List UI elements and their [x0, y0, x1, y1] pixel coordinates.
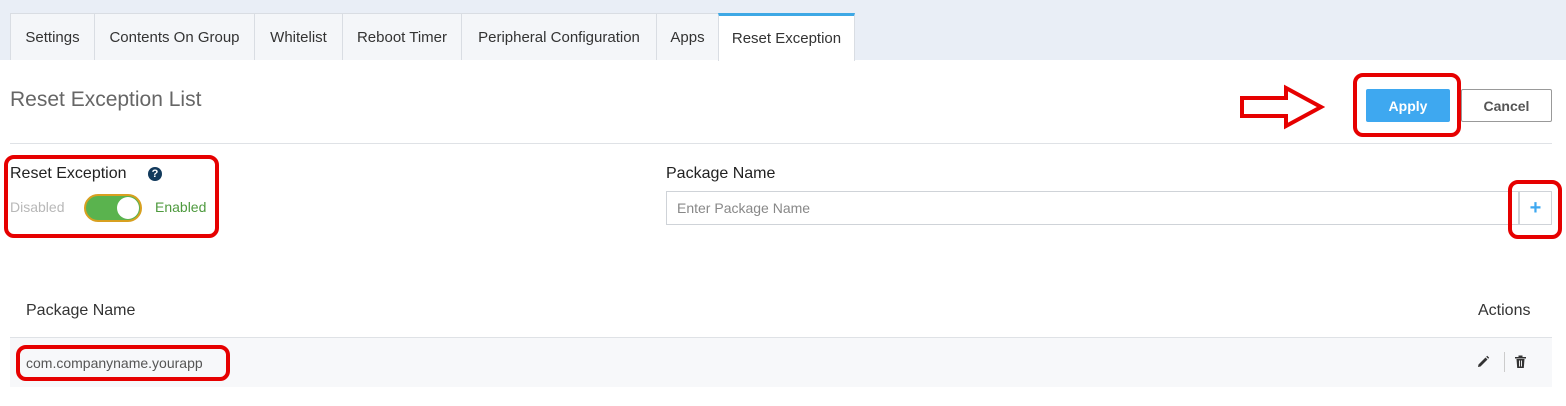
edit-icon[interactable]: [1475, 354, 1491, 370]
tab-settings[interactable]: Settings: [10, 13, 95, 60]
tab-contents-on-group[interactable]: Contents On Group: [94, 13, 255, 60]
table-row: com.companyname.yourapp: [10, 338, 1552, 387]
trash-icon[interactable]: [1512, 354, 1528, 370]
column-header-actions: Actions: [1478, 302, 1531, 319]
action-separator: [1504, 352, 1505, 372]
page-title: Reset Exception List: [10, 88, 202, 111]
arrow-right-icon: [1240, 84, 1325, 130]
tab-bar: Settings Contents On Group Whitelist Reb…: [0, 0, 1566, 61]
annotation-highlight-toggle: [4, 155, 219, 238]
tab-whitelist[interactable]: Whitelist: [254, 13, 343, 60]
cancel-button[interactable]: Cancel: [1461, 89, 1552, 122]
divider: [10, 143, 1552, 144]
tab-reset-exception[interactable]: Reset Exception: [718, 13, 855, 61]
annotation-highlight-add: [1508, 180, 1562, 239]
annotation-highlight-package: [16, 345, 230, 381]
column-header-package-name: Package Name: [26, 302, 136, 319]
annotation-highlight-apply: [1353, 73, 1461, 137]
tab-peripheral-configuration[interactable]: Peripheral Configuration: [461, 13, 657, 60]
package-name-label: Package Name: [666, 165, 776, 182]
tab-reboot-timer[interactable]: Reboot Timer: [342, 13, 462, 60]
package-name-input[interactable]: [666, 191, 1519, 225]
tab-apps[interactable]: Apps: [656, 13, 719, 60]
